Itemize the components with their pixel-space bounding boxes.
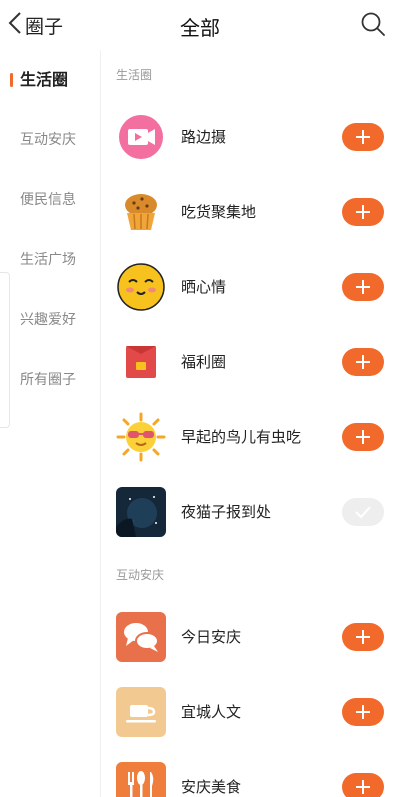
- list-item[interactable]: 晒心情: [101, 250, 400, 325]
- video-camera-icon: [116, 112, 166, 162]
- circle-name: 夜猫子报到处: [181, 503, 272, 521]
- circle-name: 早起的鸟儿有虫吃: [181, 428, 302, 446]
- sidebar-item-hobbies[interactable]: 兴趣爱好: [0, 290, 100, 350]
- circle-name: 晒心情: [181, 278, 227, 296]
- sidebar-item-label: 所有圈子: [20, 372, 76, 388]
- list-item[interactable]: 吃货聚集地: [101, 175, 400, 250]
- category-sidebar: 生活圈 互动安庆 便民信息 生活广场 兴趣爱好 所有圈子: [0, 50, 101, 797]
- plus-icon: [356, 705, 370, 719]
- sun-sunglasses-icon: [116, 412, 166, 462]
- active-indicator: [10, 73, 13, 87]
- plus-icon: [356, 430, 370, 444]
- sidebar-item-life-circle[interactable]: 生活圈: [0, 50, 100, 110]
- plus-icon: [356, 780, 370, 794]
- sidebar-item-convenience-info[interactable]: 便民信息: [0, 170, 100, 230]
- sidebar-item-all-circles[interactable]: 所有圈子: [0, 350, 100, 410]
- sidebar-item-label: 便民信息: [20, 192, 76, 208]
- join-button[interactable]: [342, 773, 384, 797]
- join-button[interactable]: [342, 698, 384, 726]
- plus-icon: [356, 280, 370, 294]
- section-header: 生活圈: [116, 68, 153, 82]
- sidebar-item-label: 互动安庆: [20, 132, 76, 148]
- join-button[interactable]: [342, 348, 384, 376]
- circle-name: 路边摄: [181, 128, 227, 146]
- circle-name: 吃货聚集地: [181, 203, 257, 221]
- circle-name: 今日安庆: [181, 628, 242, 646]
- night-moon-icon: [116, 487, 166, 537]
- join-button[interactable]: [342, 273, 384, 301]
- joined-button[interactable]: [342, 498, 384, 526]
- chat-bubbles-icon: [116, 612, 166, 662]
- list-item[interactable]: 宜城人文: [101, 675, 400, 750]
- join-button[interactable]: [342, 198, 384, 226]
- circle-name: 福利圈: [181, 353, 227, 371]
- join-button[interactable]: [342, 123, 384, 151]
- list-item[interactable]: 路边摄: [101, 100, 400, 175]
- search-icon: [360, 12, 386, 41]
- muffin-icon: [116, 187, 166, 237]
- circle-list[interactable]: 生活圈 路边摄 吃货聚集地 晒心情 福利圈 早起的鸟儿有虫吃 夜猫子报到处 互动…: [101, 50, 400, 797]
- sidebar-scroll-handle[interactable]: [0, 272, 10, 428]
- check-icon: [355, 506, 371, 519]
- list-item[interactable]: 福利圈: [101, 325, 400, 400]
- sidebar-item-label: 生活广场: [20, 252, 76, 268]
- plus-icon: [356, 205, 370, 219]
- back-label: 圈子: [25, 15, 64, 38]
- cutlery-icon: [116, 762, 166, 797]
- list-item[interactable]: 安庆美食: [101, 750, 400, 797]
- join-button[interactable]: [342, 423, 384, 451]
- circle-name: 宜城人文: [181, 703, 242, 721]
- circle-name: 安庆美食: [181, 778, 242, 796]
- plus-icon: [356, 130, 370, 144]
- plus-icon: [356, 355, 370, 369]
- top-bar: 圈子 全部: [0, 0, 400, 50]
- sidebar-item-label: 兴趣爱好: [20, 312, 76, 328]
- chevron-left-icon: [8, 11, 22, 39]
- section-header: 互动安庆: [116, 568, 165, 582]
- smiley-face-icon: [116, 262, 166, 312]
- red-envelope-icon: [116, 337, 166, 387]
- plus-icon: [356, 630, 370, 644]
- list-item[interactable]: 早起的鸟儿有虫吃: [101, 400, 400, 475]
- teacup-icon: [116, 687, 166, 737]
- sidebar-item-label: 生活圈: [20, 70, 69, 89]
- sidebar-item-life-square[interactable]: 生活广场: [0, 230, 100, 290]
- list-item[interactable]: 今日安庆: [101, 600, 400, 675]
- sidebar-item-interactive-anqing[interactable]: 互动安庆: [0, 110, 100, 170]
- join-button[interactable]: [342, 623, 384, 651]
- list-item[interactable]: 夜猫子报到处: [101, 475, 400, 550]
- back-button[interactable]: 圈子: [8, 8, 63, 42]
- search-button[interactable]: [360, 11, 386, 37]
